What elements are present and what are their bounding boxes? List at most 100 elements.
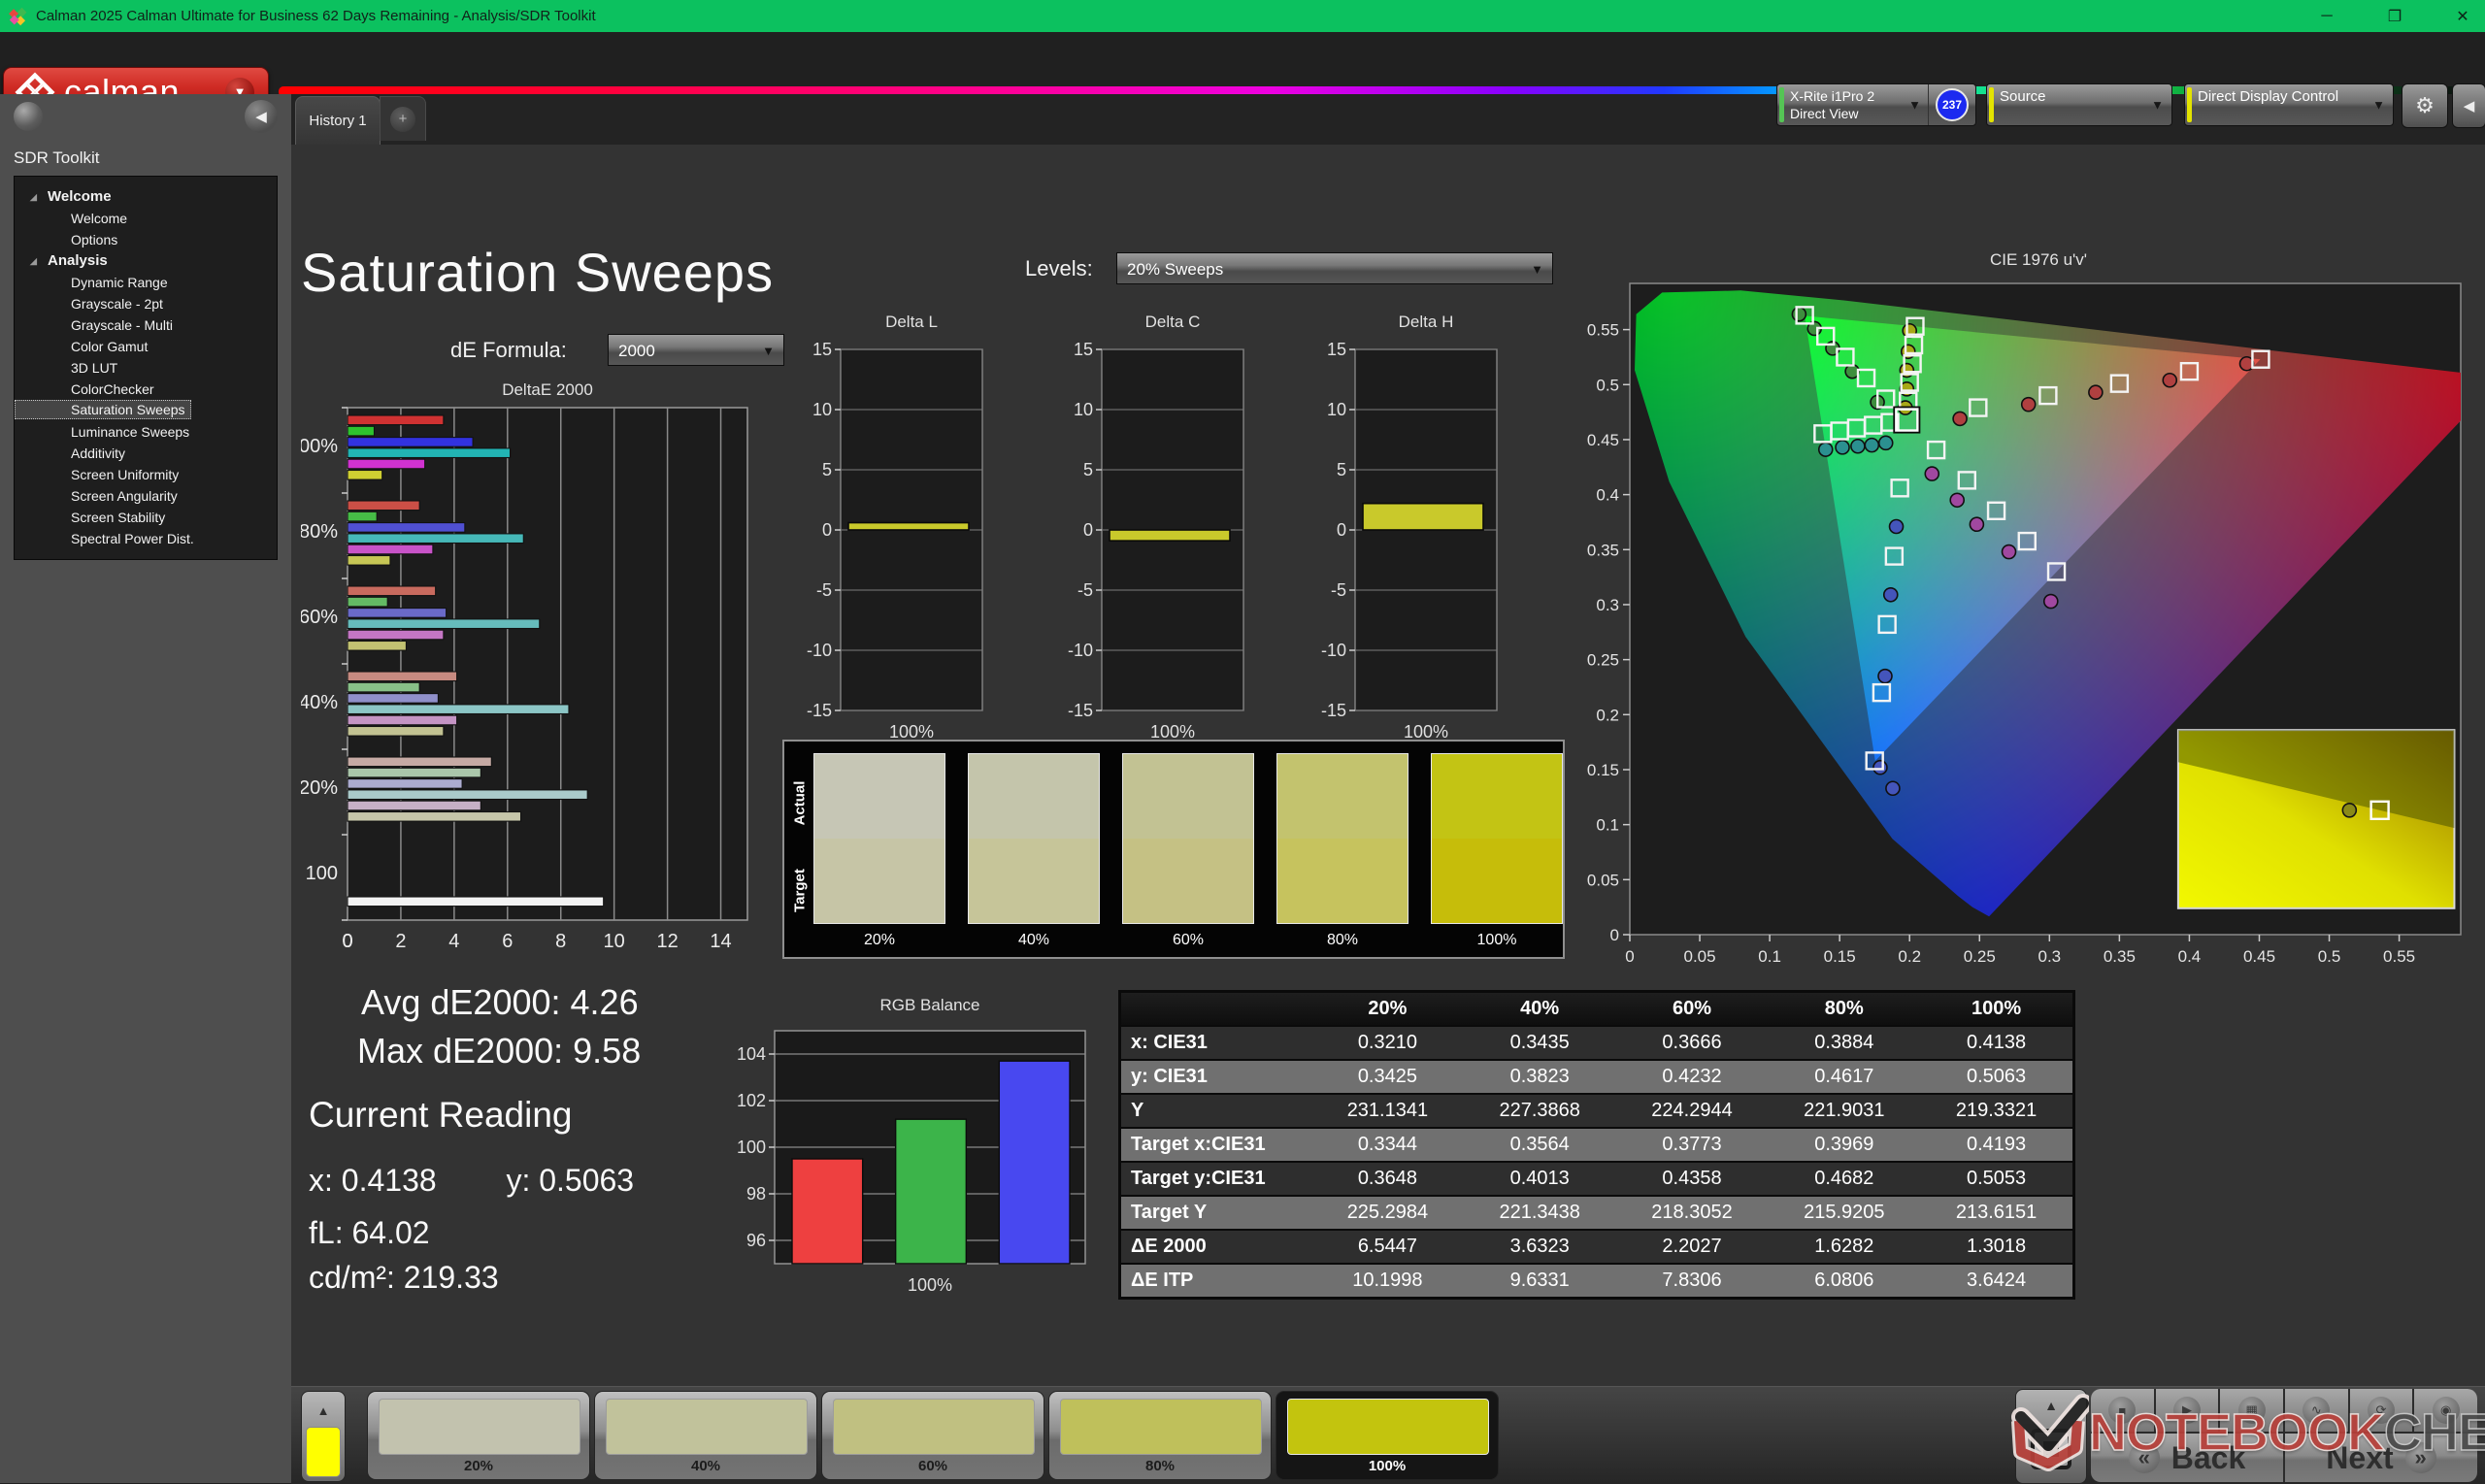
tree-item-grayscale-multi[interactable]: Grayscale - Multi	[15, 314, 277, 336]
chevron-down-icon: ▼	[2151, 97, 2164, 113]
level-button-60%[interactable]: 60%	[821, 1391, 1044, 1480]
level-button-20%[interactable]: 20%	[367, 1391, 590, 1480]
row-value: 0.3344	[1357, 1134, 1417, 1155]
histogram-icon-button[interactable]: ▦	[2220, 1389, 2283, 1432]
delta-h-chart: 15 10 5 0 -5 -10 -15 100%	[1321, 340, 1498, 742]
workflow-tree: ◢ Welcome Welcome Options ◢ Analysis Dynamic R…	[14, 176, 278, 560]
de-formula-dropdown[interactable]: 2000 ▼	[608, 334, 784, 366]
level-button-80%[interactable]: 80%	[1048, 1391, 1272, 1480]
continuous-icon-button[interactable]: ∿	[2284, 1389, 2348, 1432]
expander-icon[interactable]: ◢	[30, 250, 37, 272]
meter-count-badge[interactable]: 237	[1936, 88, 1969, 121]
source-status-accent	[1989, 87, 1994, 122]
svg-text:4: 4	[448, 931, 459, 952]
tree-item-screen-stability[interactable]: Screen Stability	[15, 507, 277, 528]
level-button-100%[interactable]: 100%	[1276, 1391, 1499, 1480]
expander-icon[interactable]: ◢	[30, 186, 37, 208]
x-value: 0.4138	[341, 1163, 437, 1198]
cd-value: 219.33	[403, 1260, 499, 1295]
rgb-bar-G	[894, 1118, 968, 1265]
tree-item-screen-uniformity[interactable]: Screen Uniformity	[15, 464, 277, 485]
tree-item-welcome[interactable]: ◢ Welcome	[15, 186, 277, 208]
pattern-display-button[interactable]: ▲	[2015, 1389, 2087, 1484]
measured-point-cyan	[1877, 435, 1894, 451]
row-value: 3.6424	[1967, 1270, 2027, 1291]
measured-point-red	[2162, 372, 2178, 388]
pattern-window-button[interactable]: ▲	[301, 1391, 346, 1482]
deltae-bar-100%-5	[347, 469, 383, 480]
tree-item-additivity[interactable]: Additivity	[15, 443, 277, 464]
target-swatch-100%	[1432, 839, 1562, 923]
tree-item-grayscale-2pt[interactable]: Grayscale - 2pt	[15, 293, 277, 314]
refresh-icon-button[interactable]: ⟳	[2349, 1389, 2413, 1432]
current-cdm2: cd/m²: 219.33	[309, 1260, 499, 1296]
svg-text:-15: -15	[1068, 701, 1093, 720]
sidebar-collapse-button[interactable]: ◀	[245, 100, 278, 133]
record-icon: ◉	[2432, 1397, 2460, 1424]
panel-collapse-button[interactable]: ◀	[2452, 83, 2485, 128]
levels-value: 20% Sweeps	[1127, 260, 1224, 279]
tree-item-dynamic-range[interactable]: Dynamic Range	[15, 272, 277, 293]
rgb-balance-chart: 104 102 100 98 96 100%	[737, 1030, 1086, 1295]
add-tab-button[interactable]: +	[380, 96, 426, 141]
row-value: 10.1998	[1352, 1270, 1423, 1291]
source-dropdown[interactable]: Source ▼	[1986, 83, 2172, 126]
row-value: 0.3969	[1814, 1134, 1874, 1155]
window-title: Calman 2025 Calman Ultimate for Business…	[36, 8, 596, 24]
deltae-2000-chart: 024681012140100%80%60%40%20%100	[301, 407, 748, 952]
svg-text:10: 10	[1327, 400, 1346, 419]
deltae-bar-20%-4	[347, 800, 481, 811]
play-icon-button[interactable]: ▶	[2155, 1389, 2219, 1432]
next-button[interactable]: Next »	[2284, 1434, 2477, 1482]
table-header-cell	[1121, 993, 1311, 1025]
plus-icon: +	[390, 106, 415, 132]
back-button[interactable]: « Back	[2091, 1434, 2283, 1482]
meter-dropdown[interactable]: X-Rite i1Pro 2 Direct View ▼ 237	[1776, 83, 1976, 126]
tree-item-3d-lut[interactable]: 3D LUT	[15, 357, 277, 379]
level-button-40%[interactable]: 40%	[594, 1391, 817, 1480]
tree-item-welcome[interactable]: Welcome	[15, 208, 277, 229]
tree-item-saturation-sweeps[interactable]: Saturation Sweeps	[15, 400, 191, 419]
minimize-button[interactable]: ─	[2314, 8, 2339, 25]
tree-item-colorchecker[interactable]: ColorChecker	[15, 379, 277, 400]
levels-dropdown[interactable]: 20% Sweeps ▼	[1116, 252, 1553, 284]
restore-button[interactable]: ❐	[2382, 7, 2407, 26]
x-label: x:	[309, 1163, 333, 1198]
tree-item-options[interactable]: Options	[15, 229, 277, 250]
table-row--e-2000: ΔE 2000 6.5447 3.6323 2.2027 1.6282 1.3018	[1121, 1229, 2072, 1263]
svg-text:100%: 100%	[908, 1275, 952, 1295]
y-value: 0.5063	[539, 1163, 635, 1198]
de-formula-value: 2000	[618, 342, 655, 360]
tree-item-analysis[interactable]: ◢ Analysis	[15, 250, 277, 272]
delta-bar	[1362, 502, 1484, 531]
svg-text:80%: 80%	[301, 521, 338, 543]
play-icon: ▶	[2172, 1397, 2201, 1424]
bottom-bar: ▲ ▲ ■ ▶ ▦ ∿ ⟳ ◉ « Back Next » 20% 40% 60% 80% 100%	[291, 1386, 2485, 1484]
actual-row-label: Actual	[791, 780, 809, 826]
meter-count-zone: 237	[1928, 84, 1975, 125]
page-title: Saturation Sweeps	[301, 242, 775, 303]
svg-text:2: 2	[395, 931, 406, 952]
svg-text:15: 15	[1327, 340, 1346, 359]
tree-item-label: Additivity	[71, 445, 126, 461]
cie-chart-title: CIE 1976 u'v'	[1989, 250, 2088, 269]
tree-item-luminance-sweeps[interactable]: Luminance Sweeps	[15, 421, 277, 443]
svg-text:0.35: 0.35	[1587, 541, 1619, 559]
tree-item-color-gamut[interactable]: Color Gamut	[15, 336, 277, 357]
settings-button[interactable]: ⚙	[2402, 83, 2448, 128]
deltae-bar-100-0	[347, 896, 605, 907]
row-value: 0.3823	[1509, 1066, 1570, 1087]
tree-item-spectral-power-dist-[interactable]: Spectral Power Dist.	[15, 528, 277, 549]
chevron-up-icon: ▲	[316, 1403, 330, 1418]
display-control-dropdown[interactable]: Direct Display Control ▼	[2184, 83, 2394, 126]
tab-history-1[interactable]: History 1	[295, 96, 381, 145]
deltae-bar-100%-3	[347, 447, 512, 459]
record-icon-button[interactable]: ◉	[2414, 1389, 2477, 1432]
svg-text:-10: -10	[1321, 641, 1346, 660]
close-button[interactable]: ✕	[2450, 7, 2475, 26]
sidebar-header: SDR Toolkit	[14, 148, 100, 167]
row-label: Target x:CIE31	[1131, 1134, 1266, 1155]
stop-icon-button[interactable]: ■	[2091, 1389, 2154, 1432]
table-row-target-x-cie31: Target x:CIE31 0.3344 0.3564 0.3773 0.3969 0.…	[1121, 1127, 2072, 1161]
tree-item-screen-angularity[interactable]: Screen Angularity	[15, 485, 277, 507]
